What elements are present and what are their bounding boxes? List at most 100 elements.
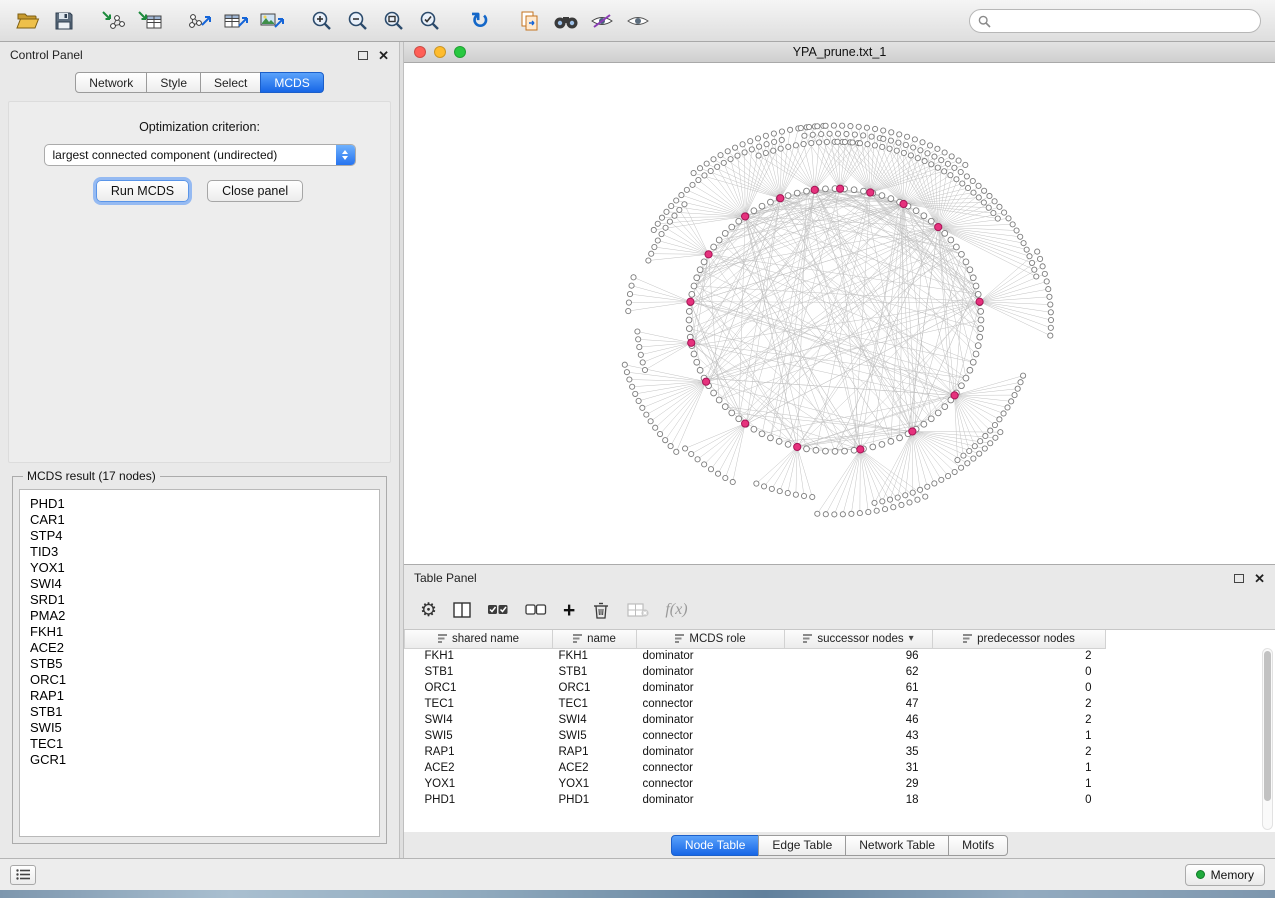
- select-all-button[interactable]: [487, 597, 509, 623]
- run-mcds-button[interactable]: Run MCDS: [96, 180, 189, 202]
- zoom-out-button[interactable]: [340, 5, 376, 37]
- mcds-result-item[interactable]: SRD1: [30, 592, 379, 608]
- criterion-dropdown-value: largest connected component (undirected): [45, 148, 336, 162]
- save-button[interactable]: [46, 5, 82, 37]
- table-row[interactable]: YOX1 YOX1 connector 29 1: [405, 776, 1106, 792]
- mcds-result-item[interactable]: TEC1: [30, 736, 379, 752]
- search-input[interactable]: [969, 9, 1261, 33]
- column-header-shared-name[interactable]: shared name: [405, 630, 553, 648]
- open-folder-icon: [16, 11, 40, 31]
- cell-predecessor-nodes: 2: [933, 744, 1106, 760]
- search-field-container: [969, 9, 1261, 33]
- zoom-in-button[interactable]: [304, 5, 340, 37]
- mcds-result-item[interactable]: CAR1: [30, 512, 379, 528]
- tab-motifs[interactable]: Motifs: [948, 835, 1008, 856]
- table-settings-button[interactable]: ⚙: [420, 597, 437, 623]
- tab-style[interactable]: Style: [146, 72, 201, 93]
- criterion-dropdown[interactable]: largest connected component (undirected): [44, 144, 356, 166]
- refresh-button[interactable]: ↻: [462, 5, 498, 37]
- cell-shared-name: SWI4: [405, 712, 553, 728]
- mcds-result-item[interactable]: ORC1: [30, 672, 379, 688]
- tab-network[interactable]: Network: [75, 72, 147, 93]
- mcds-result-item[interactable]: PMA2: [30, 608, 379, 624]
- table-row[interactable]: RAP1 RAP1 dominator 35 2: [405, 744, 1106, 760]
- node-table: shared name name MCDS role successor nod…: [404, 630, 1106, 808]
- column-header-mcds-role[interactable]: MCDS role: [637, 630, 785, 648]
- tab-edge-table[interactable]: Edge Table: [758, 835, 846, 856]
- mcds-result-item[interactable]: PHD1: [30, 496, 379, 512]
- cell-name: YOX1: [553, 776, 637, 792]
- mcds-result-item[interactable]: ACE2: [30, 640, 379, 656]
- close-panel-icon[interactable]: ✕: [378, 49, 389, 62]
- show-columns-button[interactable]: [453, 597, 471, 623]
- cell-mcds-role: connector: [637, 760, 785, 776]
- table-row[interactable]: ACE2 ACE2 connector 31 1: [405, 760, 1106, 776]
- network-canvas-container: [404, 63, 1275, 564]
- table-row[interactable]: STB1 STB1 dominator 62 0: [405, 664, 1106, 680]
- show-all-button[interactable]: [620, 5, 656, 37]
- cell-shared-name: ORC1: [405, 680, 553, 696]
- mcds-result-item[interactable]: RAP1: [30, 688, 379, 704]
- tab-select[interactable]: Select: [200, 72, 261, 93]
- table-scrollbar-thumb[interactable]: [1264, 651, 1271, 801]
- show-panels-button[interactable]: [10, 865, 36, 885]
- deselect-all-button[interactable]: [525, 597, 547, 623]
- mcds-result-item[interactable]: SWI5: [30, 720, 379, 736]
- float-table-panel-icon[interactable]: [1234, 574, 1244, 583]
- column-header-successor-nodes[interactable]: successor nodes▾: [785, 630, 933, 648]
- memory-button[interactable]: Memory: [1185, 864, 1265, 886]
- column-header-name[interactable]: name: [553, 630, 637, 648]
- table-row[interactable]: ORC1 ORC1 dominator 61 0: [405, 680, 1106, 696]
- mcds-result-item[interactable]: SWI4: [30, 576, 379, 592]
- mcds-result-item[interactable]: GCR1: [30, 752, 379, 768]
- table-scrollbar[interactable]: [1262, 648, 1273, 830]
- minimize-window-button[interactable]: [434, 46, 446, 58]
- column-icon: [963, 634, 972, 643]
- mcds-result-item[interactable]: STP4: [30, 528, 379, 544]
- control-panel-header: Control Panel ✕: [0, 42, 399, 68]
- mcds-result-item[interactable]: FKH1: [30, 624, 379, 640]
- table-row[interactable]: TEC1 TEC1 connector 47 2: [405, 696, 1106, 712]
- mcds-result-item[interactable]: TID3: [30, 544, 379, 560]
- table-row[interactable]: FKH1 FKH1 dominator 96 2: [405, 648, 1106, 664]
- mcds-result-item[interactable]: STB5: [30, 656, 379, 672]
- open-file-button[interactable]: [10, 5, 46, 37]
- export-image-button[interactable]: [254, 5, 290, 37]
- float-panel-icon[interactable]: [358, 51, 368, 60]
- maximize-window-button[interactable]: [454, 46, 466, 58]
- export-network-button[interactable]: [182, 5, 218, 37]
- mcds-result-item[interactable]: STB1: [30, 704, 379, 720]
- tab-mcds[interactable]: MCDS: [260, 72, 323, 93]
- close-window-button[interactable]: [414, 46, 426, 58]
- cell-successor-nodes: 43: [785, 728, 933, 744]
- import-table-button[interactable]: [132, 5, 168, 37]
- zoom-out-icon: [347, 10, 369, 32]
- import-table-icon: [137, 10, 163, 32]
- close-table-panel-icon[interactable]: ✕: [1254, 572, 1265, 585]
- zoom-selected-icon: [419, 10, 441, 32]
- eye-slash-icon: [590, 13, 614, 29]
- zoom-fit-button[interactable]: [376, 5, 412, 37]
- network-canvas[interactable]: [404, 63, 1275, 564]
- export-table-button[interactable]: [218, 5, 254, 37]
- refresh-icon: ↻: [471, 10, 489, 32]
- column-header-predecessor-nodes[interactable]: predecessor nodes: [933, 630, 1106, 648]
- table-row[interactable]: SWI5 SWI5 connector 43 1: [405, 728, 1106, 744]
- close-panel-button[interactable]: Close panel: [207, 180, 303, 202]
- cell-shared-name: ACE2: [405, 760, 553, 776]
- cell-shared-name: PHD1: [405, 792, 553, 808]
- delete-column-button[interactable]: [591, 597, 611, 623]
- cell-name: ORC1: [553, 680, 637, 696]
- mcds-result-item[interactable]: YOX1: [30, 560, 379, 576]
- tab-node-table[interactable]: Node Table: [671, 835, 760, 856]
- add-column-button[interactable]: +: [563, 597, 575, 623]
- clone-network-button[interactable]: [512, 5, 548, 37]
- zoom-selected-button[interactable]: [412, 5, 448, 37]
- export-network-icon: [187, 10, 213, 32]
- tab-network-table[interactable]: Network Table: [845, 835, 949, 856]
- find-button[interactable]: [548, 5, 584, 37]
- table-row[interactable]: PHD1 PHD1 dominator 18 0: [405, 792, 1106, 808]
- hide-selected-button[interactable]: [584, 5, 620, 37]
- table-row[interactable]: SWI4 SWI4 dominator 46 2: [405, 712, 1106, 728]
- import-network-button[interactable]: [96, 5, 132, 37]
